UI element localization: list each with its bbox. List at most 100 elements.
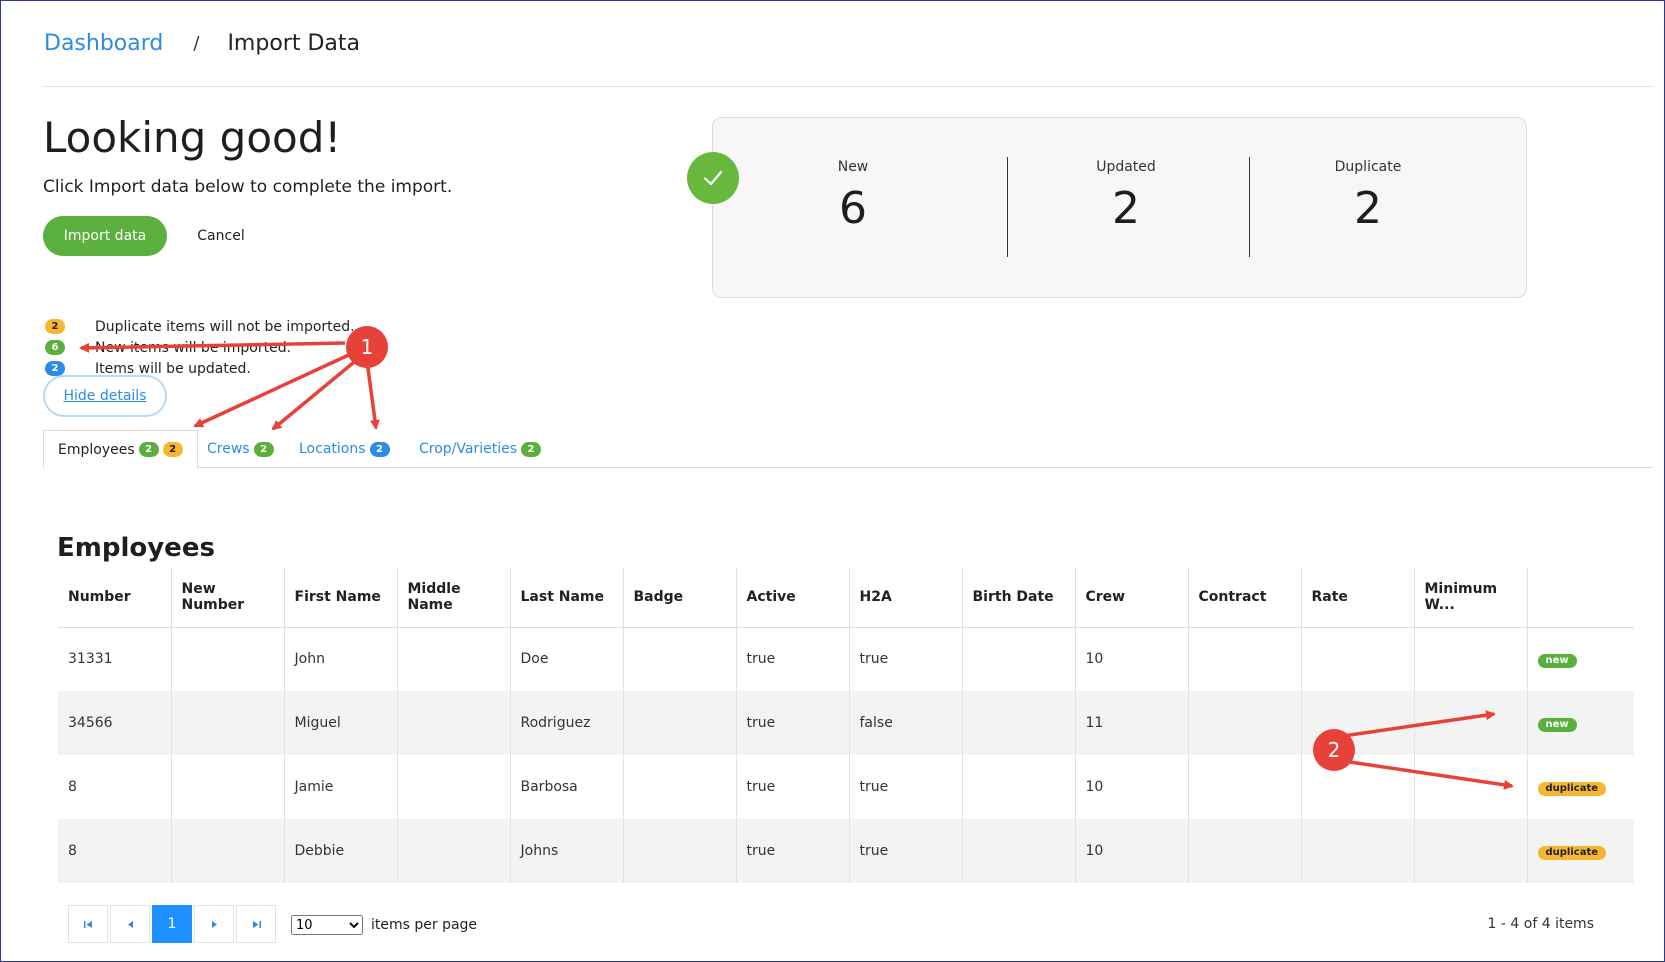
table-header-row: Number New Number First Name Middle Name… bbox=[58, 567, 1634, 628]
check-icon bbox=[687, 152, 739, 204]
summary-new: New 6 bbox=[753, 159, 953, 234]
tab-crews[interactable]: Crews 2 bbox=[193, 430, 288, 468]
column-header[interactable]: H2A bbox=[849, 567, 963, 628]
breadcrumb: Dashboard / Import Data bbox=[44, 31, 360, 56]
tab-label: Employees bbox=[58, 441, 135, 458]
column-header[interactable]: Badge bbox=[623, 567, 737, 628]
header-divider bbox=[43, 86, 1653, 87]
tab-label: Crop/Varieties bbox=[419, 441, 518, 457]
table-cell: false bbox=[849, 691, 963, 755]
legend-duplicate-text: Duplicate items will not be imported. bbox=[95, 318, 355, 335]
column-header[interactable]: Birth Date bbox=[962, 567, 1076, 628]
annotation-arrow bbox=[365, 360, 380, 430]
column-header[interactable]: Contract bbox=[1188, 567, 1302, 628]
table-cell bbox=[171, 691, 285, 755]
status-badge: new bbox=[1537, 717, 1577, 732]
app-window: Dashboard / Import Data Looking good! Cl… bbox=[0, 0, 1665, 962]
table-row[interactable]: 31331 John Doe true true 10 new bbox=[58, 627, 1634, 691]
import-data-button[interactable]: Import data bbox=[43, 216, 167, 256]
page-title: Looking good! bbox=[43, 113, 342, 162]
employees-table: Number New Number First Name Middle Name… bbox=[58, 567, 1634, 883]
table-title: Employees bbox=[57, 533, 215, 563]
table-row[interactable]: 8 Jamie Barbosa true true 10 duplicate bbox=[58, 755, 1634, 819]
table-cell: Barbosa bbox=[510, 755, 624, 819]
table-cell bbox=[1188, 755, 1302, 819]
column-header[interactable]: New Number bbox=[171, 567, 285, 628]
page-number-button[interactable]: 1 bbox=[152, 905, 192, 943]
table-cell: true bbox=[849, 819, 963, 883]
tab-badge: 2 bbox=[253, 441, 274, 457]
chevron-right-icon bbox=[211, 920, 217, 928]
column-header[interactable]: Middle Name bbox=[397, 567, 511, 628]
page-size-select[interactable]: 10 bbox=[291, 915, 363, 935]
table-cell: 8 bbox=[58, 819, 172, 883]
column-header[interactable]: Active bbox=[736, 567, 850, 628]
new-count-badge: 6 bbox=[45, 340, 65, 355]
table-cell bbox=[962, 755, 1076, 819]
table-cell bbox=[397, 755, 511, 819]
table-cell: 11 bbox=[1075, 691, 1189, 755]
breadcrumb-current: Import Data bbox=[227, 31, 360, 56]
tab-employees[interactable]: Employees 2 2 bbox=[43, 430, 198, 469]
status-cell: new bbox=[1527, 627, 1634, 691]
annotation-callout: 1 bbox=[346, 326, 388, 368]
column-header[interactable]: Rate bbox=[1301, 567, 1415, 628]
table-cell: 31331 bbox=[58, 627, 172, 691]
column-header[interactable]: Number bbox=[58, 567, 172, 628]
table-cell: 8 bbox=[58, 755, 172, 819]
summary-duplicate-label: Duplicate bbox=[1334, 159, 1402, 175]
table-cell bbox=[1188, 627, 1302, 691]
summary-duplicate: Duplicate 2 bbox=[1268, 159, 1468, 234]
tab-label: Crews bbox=[207, 441, 250, 457]
updated-count-badge: 2 bbox=[45, 361, 65, 376]
previous-page-button[interactable] bbox=[110, 905, 150, 943]
tab-badge: 2 bbox=[138, 442, 159, 457]
page-size-control: 10 items per page bbox=[291, 915, 477, 935]
table-cell bbox=[623, 627, 737, 691]
table-cell bbox=[1414, 755, 1528, 819]
legend-duplicate: 2 Duplicate items will not be imported. bbox=[45, 316, 355, 337]
table-cell bbox=[397, 627, 511, 691]
table-cell: Miguel bbox=[284, 691, 398, 755]
table-cell bbox=[623, 819, 737, 883]
table-cell bbox=[171, 755, 285, 819]
last-page-button[interactable] bbox=[236, 905, 276, 943]
summary-updated: Updated 2 bbox=[1026, 159, 1226, 234]
legend-new-text: New items will be imported. bbox=[95, 339, 292, 356]
duplicate-count-badge: 2 bbox=[45, 319, 65, 334]
column-header[interactable]: Minimum W... bbox=[1414, 567, 1528, 628]
cancel-button[interactable]: Cancel bbox=[181, 216, 261, 256]
breadcrumb-dashboard-link[interactable]: Dashboard bbox=[44, 31, 163, 56]
status-badge: new bbox=[1537, 653, 1577, 668]
summary-new-label: New bbox=[837, 159, 869, 175]
status-legend: 2 Duplicate items will not be imported. … bbox=[45, 316, 355, 379]
table-cell: true bbox=[736, 819, 850, 883]
table-cell: true bbox=[736, 691, 850, 755]
tab-badge: 2 bbox=[369, 441, 390, 457]
table-cell bbox=[1301, 819, 1415, 883]
table-cell: true bbox=[849, 627, 963, 691]
table-cell bbox=[1414, 819, 1528, 883]
table-cell bbox=[1414, 627, 1528, 691]
entity-tabs: Employees 2 2 Crews 2 Locations 2 Crop/V… bbox=[43, 430, 1653, 469]
status-cell: duplicate bbox=[1527, 755, 1634, 819]
table-cell: John bbox=[284, 627, 398, 691]
tab-crop-varieties[interactable]: Crop/Varieties 2 bbox=[405, 430, 555, 468]
first-page-button[interactable] bbox=[68, 905, 108, 943]
tab-locations[interactable]: Locations 2 bbox=[285, 430, 404, 468]
status-cell: duplicate bbox=[1527, 819, 1634, 883]
column-header[interactable]: Crew bbox=[1075, 567, 1189, 628]
chevron-left-icon bbox=[127, 920, 133, 928]
table-cell: 10 bbox=[1075, 819, 1189, 883]
column-header[interactable]: First Name bbox=[284, 567, 398, 628]
table-cell bbox=[623, 691, 737, 755]
summary-duplicate-value: 2 bbox=[1354, 183, 1382, 234]
table-cell: Debbie bbox=[284, 819, 398, 883]
hide-details-button[interactable]: Hide details bbox=[43, 375, 167, 417]
table-row[interactable]: 34566 Miguel Rodriguez true false 11 new bbox=[58, 691, 1634, 755]
next-page-button[interactable] bbox=[194, 905, 234, 943]
table-row[interactable]: 8 Debbie Johns true true 10 duplicate bbox=[58, 819, 1634, 883]
column-header[interactable]: Last Name bbox=[510, 567, 624, 628]
status-badge: duplicate bbox=[1537, 845, 1607, 860]
pagination-range: 1 - 4 of 4 items bbox=[1487, 916, 1594, 932]
